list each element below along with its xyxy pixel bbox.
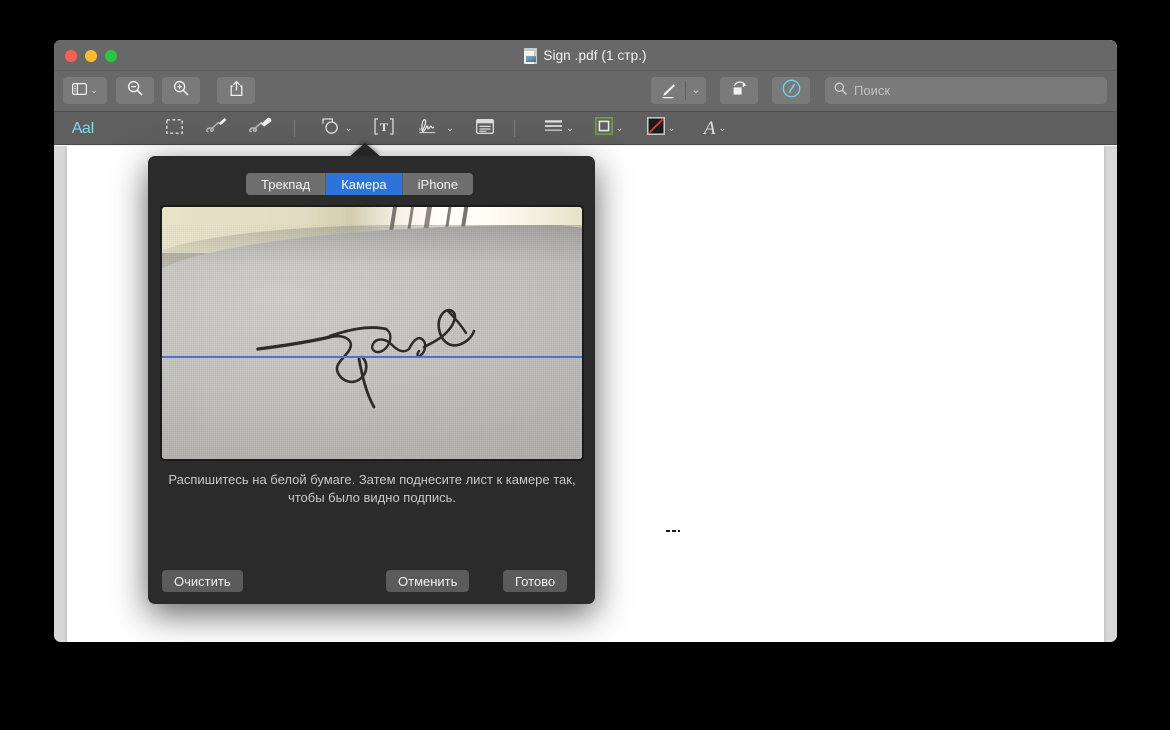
sketch-pen-icon (205, 117, 229, 140)
markup-item-line-style[interactable]: ⌄ (538, 112, 580, 145)
markup-item-text-selection[interactable]: AaI (63, 112, 103, 145)
zoom-out-icon (127, 80, 143, 101)
signature-icon: × (416, 117, 443, 140)
tab-trackpad[interactable]: Трекпад (246, 173, 327, 195)
signature-baseline-guide (162, 356, 582, 358)
markup-item-text-box[interactable]: T (367, 112, 401, 145)
camera-preview-image (162, 207, 582, 459)
zoom-in-icon (173, 80, 189, 101)
search-placeholder: Поиск (854, 83, 891, 98)
window-title: Sign .pdf (1 стр.) (543, 48, 647, 63)
draw-brush-icon (248, 117, 274, 140)
main-toolbar: ⌄ ⌄ Поиск (54, 71, 1117, 112)
signature-drop-marker (666, 530, 680, 532)
markup-item-fill-color[interactable]: ⌄ (640, 112, 682, 145)
markup-divider-2 (514, 112, 515, 145)
chevron-down-icon: ⌄ (691, 84, 701, 96)
annotation-pen-circle-icon (782, 79, 801, 103)
markup-divider-1 (294, 112, 295, 145)
markup-item-sketch[interactable] (201, 112, 233, 145)
note-icon (476, 118, 494, 139)
chevron-down-icon: ⌄ (667, 123, 676, 133)
zoom-in-button[interactable] (162, 77, 200, 104)
clear-signature-button[interactable]: Очистить (162, 570, 243, 592)
text-style-icon: A (703, 117, 716, 139)
window-title-group: Sign .pdf (1 стр.) (54, 40, 1117, 71)
svg-text:T: T (380, 120, 388, 134)
done-button[interactable]: Готово (503, 570, 568, 592)
markup-item-sign[interactable]: × ⌄ (411, 112, 459, 145)
search-field[interactable]: Поиск (825, 77, 1107, 104)
tab-iphone[interactable]: iPhone (402, 173, 474, 195)
paper-sheet (162, 225, 582, 459)
chevron-down-icon: ⌄ (615, 123, 624, 133)
shapes-icon (322, 117, 342, 140)
signature-capture-popover: Трекпад Камера iPhone Распишитесь на бел… (148, 156, 595, 604)
text-selection-icon: AaI (71, 119, 95, 137)
camera-hint-text: Распишитесь на белой бумаге. Затем подне… (168, 472, 576, 505)
chevron-down-icon: ⌄ (446, 123, 454, 133)
camera-preview (160, 205, 584, 461)
annotation-tool-button[interactable] (772, 77, 810, 104)
tab-camera[interactable]: Камера (326, 173, 403, 195)
chevron-down-icon: ⌄ (718, 123, 727, 133)
rectangular-selection-icon (165, 118, 183, 139)
window-titlebar: Sign .pdf (1 стр.) (54, 40, 1117, 71)
divider-line (294, 120, 295, 137)
markup-item-border-color[interactable]: ⌄ (588, 112, 630, 145)
markup-item-draw[interactable] (245, 112, 277, 145)
share-button[interactable] (217, 77, 255, 104)
border-color-icon (594, 116, 613, 140)
rotate-left-button[interactable] (720, 77, 758, 104)
rotate-left-icon (731, 80, 748, 102)
line-style-icon (544, 119, 563, 138)
cancel-button[interactable]: Отменить (386, 570, 470, 592)
signature-source-tabs: Трекпад Камера iPhone (246, 173, 474, 195)
divider-line (514, 120, 515, 137)
chevron-down-icon: ⌄ (566, 123, 574, 133)
markup-pen-icon[interactable] (651, 82, 685, 100)
search-icon (834, 82, 847, 100)
svg-text:×: × (419, 127, 423, 133)
sidebar-icon (72, 82, 88, 100)
sidebar-toggle-button[interactable]: ⌄ (63, 77, 107, 104)
markup-item-note[interactable] (468, 112, 502, 145)
fill-color-icon (646, 117, 665, 140)
markup-options-chevron[interactable]: ⌄ (686, 84, 706, 96)
chevron-down-icon: ⌄ (90, 85, 98, 95)
text-box-icon: T (374, 117, 394, 140)
markup-toolbar-toggle[interactable]: ⌄ (651, 77, 706, 104)
popover-arrow (349, 143, 381, 157)
chevron-down-icon: ⌄ (344, 123, 353, 133)
markup-toolbar: AaI ⌄ T × ⌄ ⌄ ⌄ ⌄ A ⌄ (54, 112, 1117, 145)
markup-item-rectangular-selection[interactable] (159, 112, 189, 145)
pdf-document-icon (524, 47, 538, 64)
markup-item-text-style[interactable]: A ⌄ (694, 112, 736, 145)
zoom-out-button[interactable] (116, 77, 154, 104)
share-icon (229, 80, 244, 102)
markup-item-shapes[interactable]: ⌄ (316, 112, 358, 145)
